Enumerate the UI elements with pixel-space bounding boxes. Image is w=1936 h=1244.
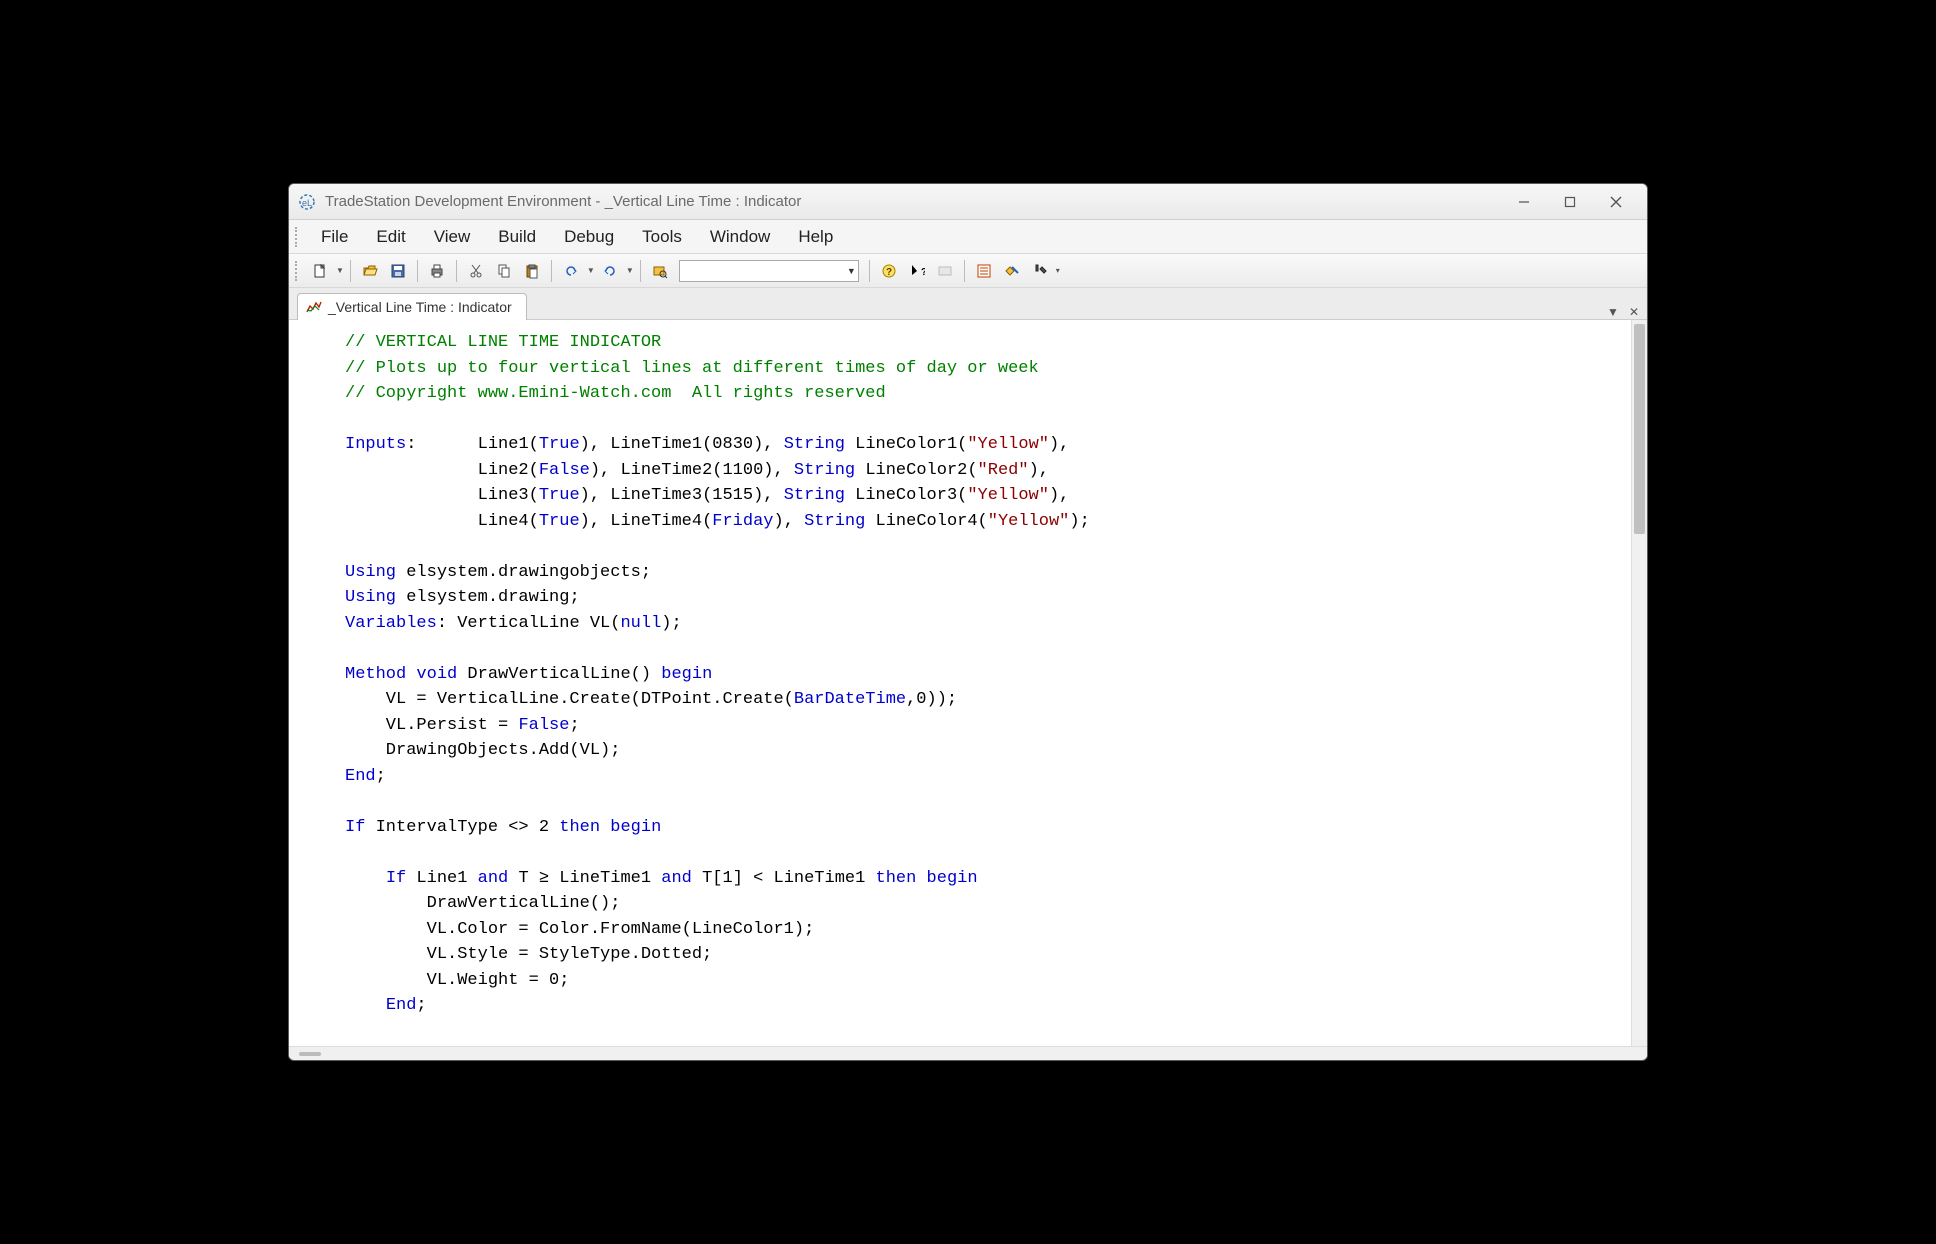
menu-window[interactable]: Window: [696, 223, 784, 251]
find-button[interactable]: [647, 258, 673, 284]
redo-button[interactable]: [597, 258, 623, 284]
menu-view[interactable]: View: [420, 223, 485, 251]
properties-button[interactable]: [971, 258, 997, 284]
tabbar: _Vertical Line Time : Indicator ▼ ✕: [289, 288, 1647, 320]
statusbar: [289, 1046, 1647, 1060]
menu-edit[interactable]: Edit: [362, 223, 419, 251]
svg-text:?: ?: [886, 267, 892, 278]
open-button[interactable]: [357, 258, 383, 284]
window-controls: [1501, 186, 1639, 218]
dictionary-button[interactable]: [999, 258, 1025, 284]
toolbar: ▼ ▼ ▼ ▼ ? ? ▾: [289, 254, 1647, 288]
context-help-button[interactable]: ?: [904, 258, 930, 284]
save-button[interactable]: [385, 258, 411, 284]
tab-close-icon[interactable]: ✕: [1629, 305, 1639, 319]
app-window: eL TradeStation Development Environment …: [288, 183, 1648, 1061]
svg-text:?: ?: [921, 267, 925, 278]
menubar-grip-icon: [295, 227, 301, 247]
vertical-scrollbar[interactable]: [1631, 320, 1647, 1046]
menu-build[interactable]: Build: [484, 223, 550, 251]
undo-button[interactable]: [558, 258, 584, 284]
print-button[interactable]: [424, 258, 450, 284]
new-dropdown-icon[interactable]: ▼: [336, 266, 344, 275]
menu-file[interactable]: File: [307, 223, 362, 251]
document-tab-label: _Vertical Line Time : Indicator: [328, 299, 512, 315]
undo-dropdown-icon[interactable]: ▼: [587, 266, 595, 275]
build-tools-button[interactable]: [1027, 258, 1053, 284]
menu-help[interactable]: Help: [784, 223, 847, 251]
document-tab[interactable]: _Vertical Line Time : Indicator: [297, 293, 527, 320]
redo-dropdown-icon[interactable]: ▼: [626, 266, 634, 275]
menu-debug[interactable]: Debug: [550, 223, 628, 251]
titlebar: eL TradeStation Development Environment …: [289, 184, 1647, 220]
paste-button[interactable]: [519, 258, 545, 284]
cut-button[interactable]: [463, 258, 489, 284]
menu-tools[interactable]: Tools: [628, 223, 696, 251]
verify-button[interactable]: [932, 258, 958, 284]
copy-button[interactable]: [491, 258, 517, 284]
toolbar-overflow-icon[interactable]: ▾: [1056, 266, 1060, 275]
search-combo[interactable]: ▼: [679, 260, 859, 282]
close-button[interactable]: [1593, 186, 1639, 218]
toolbar-grip-icon: [295, 261, 301, 281]
window-title: TradeStation Development Environment - _…: [325, 193, 1501, 210]
menubar: File Edit View Build Debug Tools Window …: [289, 220, 1647, 254]
help-button[interactable]: ?: [876, 258, 902, 284]
scroll-thumb[interactable]: [1634, 324, 1645, 534]
minimize-button[interactable]: [1501, 186, 1547, 218]
code-editor[interactable]: // VERTICAL LINE TIME INDICATOR // Plots…: [289, 320, 1631, 1046]
editor-area: // VERTICAL LINE TIME INDICATOR // Plots…: [289, 320, 1647, 1046]
new-button[interactable]: [307, 258, 333, 284]
svg-text:eL: eL: [302, 198, 312, 208]
indicator-tab-icon: [306, 299, 322, 315]
tab-dropdown-icon[interactable]: ▼: [1607, 305, 1619, 319]
status-grip-icon: [299, 1052, 321, 1056]
app-icon: eL: [297, 192, 317, 212]
maximize-button[interactable]: [1547, 186, 1593, 218]
